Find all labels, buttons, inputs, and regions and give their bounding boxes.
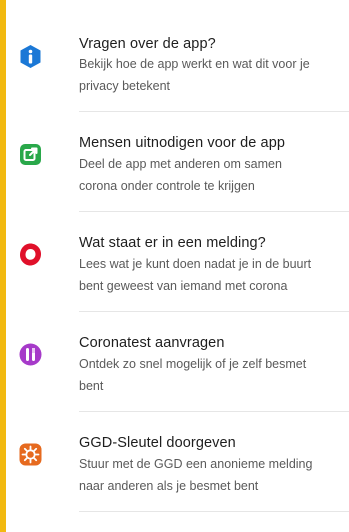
- item-description-line1: Stuur met de GGD een anonieme melding: [79, 457, 313, 471]
- item-title: Coronatest aanvragen: [79, 335, 225, 351]
- item-description-line2: naar anderen als je besmet bent: [79, 479, 259, 493]
- item-description-line2: bent: [79, 379, 104, 393]
- item-description-line1: Bekijk hoe de app werkt en wat dit voor …: [79, 57, 310, 71]
- list-item-app-questions[interactable]: Vragen over de app? Bekijk hoe de app we…: [6, 0, 349, 112]
- list-item-notification-info[interactable]: Wat staat er in een melding? Lees wat je…: [6, 212, 349, 312]
- share-icon: [18, 142, 43, 167]
- item-description-line1: Lees wat je kunt doen nadat je in de buu…: [79, 257, 312, 271]
- item-description-line2: corona onder controle te krijgen: [79, 179, 255, 193]
- list-item-request-test[interactable]: Coronatest aanvragen Ontdek zo snel moge…: [6, 312, 349, 412]
- item-description-line1: Ontdek zo snel mogelijk of je zelf besme…: [79, 357, 307, 371]
- list-item-invite-people[interactable]: Mensen uitnodigen voor de app Deel de ap…: [6, 112, 349, 212]
- test-tube-icon: [18, 342, 43, 367]
- item-description-line1: Deel de app met anderen om samen: [79, 157, 282, 171]
- item-title: GGD-Sleutel doorgeven: [79, 435, 236, 451]
- item-title: Vragen over de app?: [79, 36, 216, 52]
- notification-icon: [18, 242, 43, 267]
- divider: [79, 511, 349, 512]
- item-description-line2: bent geweest van iemand met corona: [79, 279, 288, 293]
- item-title: Mensen uitnodigen voor de app: [79, 135, 286, 151]
- item-description-line2: privacy betekent: [79, 79, 171, 93]
- menu-list: Vragen over de app? Bekijk hoe de app we…: [6, 0, 349, 532]
- virus-icon: [18, 442, 43, 467]
- item-title: Wat staat er in een melding?: [79, 235, 266, 251]
- info-icon: [18, 44, 43, 69]
- list-item-ggd-key[interactable]: GGD-Sleutel doorgeven Stuur met de GGD e…: [6, 412, 349, 512]
